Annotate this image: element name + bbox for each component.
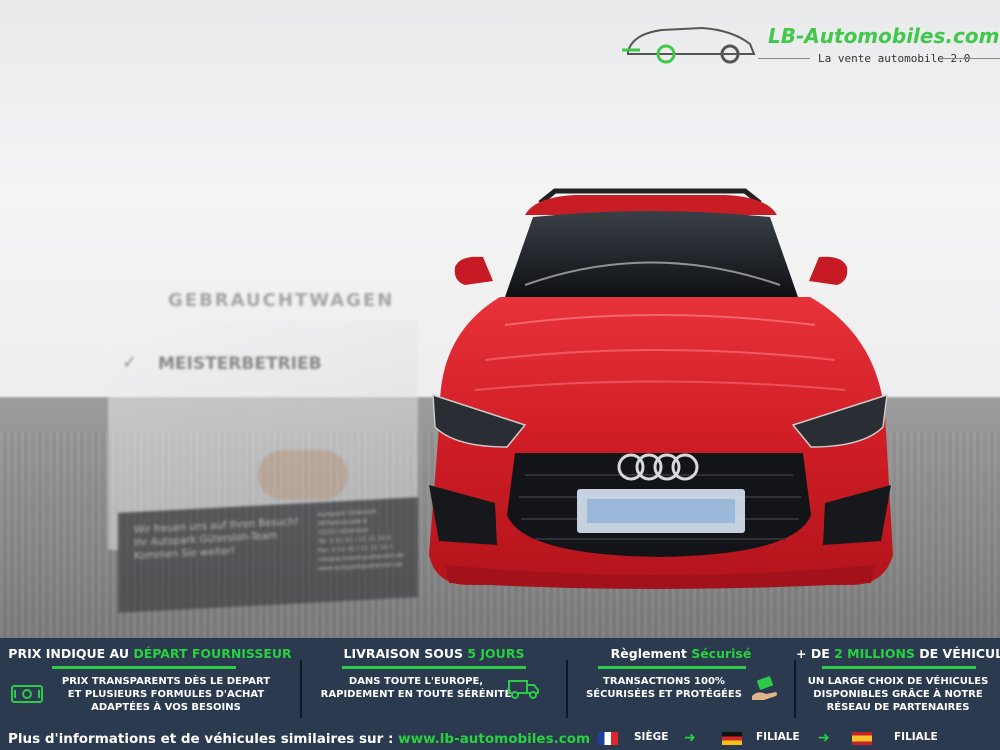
feature-title: PRIX INDIQUE AU DÉPART FOURNISSEUR (8, 646, 292, 661)
divider (758, 58, 810, 59)
arrow-right-icon: ➜ (684, 730, 696, 746)
info-banner: PRIX INDIQUE AU DÉPART FOURNISSEUR PRIX … (0, 638, 1000, 750)
cash-icon (11, 685, 43, 703)
france-flag-icon (598, 732, 618, 745)
truck-icon (508, 680, 539, 699)
feature-text: PRIX TRANSPARENTS DÈS LE DEPART ET PLUSI… (61, 676, 271, 713)
feature-text: TRANSACTIONS 100% SÉCURISÉES ET PROTÉGÉE… (586, 676, 742, 700)
feature-supplier-price: PRIX INDIQUE AU DÉPART FOURNISSEUR PRIX … (0, 638, 300, 726)
car-photo: GEBRAUCHTWAGEN ✓ MEISTERBETRIEB Wir freu… (0, 0, 1000, 638)
locations: SIÈGE ➜ FILIALE ➜ FILIALE (598, 730, 998, 748)
brand-name: LB-Automobiles.com (768, 24, 1000, 48)
feature-text: DANS TOUTE L'EUROPE, RAPIDEMENT EN TOUTE… (320, 676, 512, 700)
location-label: FILIALE (756, 731, 800, 743)
germany-flag-icon (722, 732, 742, 745)
feature-vehicle-choice: + DE 2 MILLIONS DE VÉHICULES UN LARGE CH… (796, 638, 1000, 726)
faded-dealer-sign: GEBRAUCHTWAGEN ✓ MEISTERBETRIEB Wir freu… (108, 290, 418, 620)
green-underline (822, 666, 976, 669)
arrow-right-icon: ➜ (818, 730, 830, 746)
brand-logo[interactable]: LB-Automobiles.com La vente automobile 2… (622, 18, 1000, 70)
location-label: SIÈGE (634, 731, 669, 743)
payment-hand-icon (752, 676, 777, 700)
feature-text: UN LARGE CHOIX DE VÉHICULES DISPONIBLES … (807, 676, 989, 713)
feature-secure-payment: Règlement Sécurisé TRANSACTIONS 100% SÉC… (568, 638, 794, 726)
green-underline (598, 666, 746, 669)
sign-board: Wir freuen uns auf Ihren Besuch! Ihr Aut… (118, 497, 418, 613)
spain-flag-icon (852, 732, 872, 745)
website-link[interactable]: www.lb-automobiles.com (398, 731, 590, 747)
handshake-image (258, 450, 348, 500)
sign-subtitle: MEISTERBETRIEB (158, 354, 322, 374)
red-audi-car (429, 188, 893, 589)
location-label: FILIALE (894, 731, 938, 743)
divider (940, 58, 1000, 59)
feature-title: Règlement Sécurisé (610, 646, 752, 661)
car-logo-icon (622, 26, 756, 64)
more-info-text: Plus d'informations et de véhicules simi… (8, 731, 591, 747)
green-underline (342, 666, 526, 669)
feature-title: + DE 2 MILLIONS DE VÉHICULES (796, 646, 1000, 661)
green-underline (52, 666, 236, 669)
check-icon: ✓ (122, 352, 138, 373)
feature-title: LIVRAISON SOUS 5 JOURS (343, 646, 525, 661)
feature-delivery: LIVRAISON SOUS 5 JOURS DANS TOUTE L'EURO… (302, 638, 566, 726)
sign-title: GEBRAUCHTWAGEN (168, 290, 395, 311)
